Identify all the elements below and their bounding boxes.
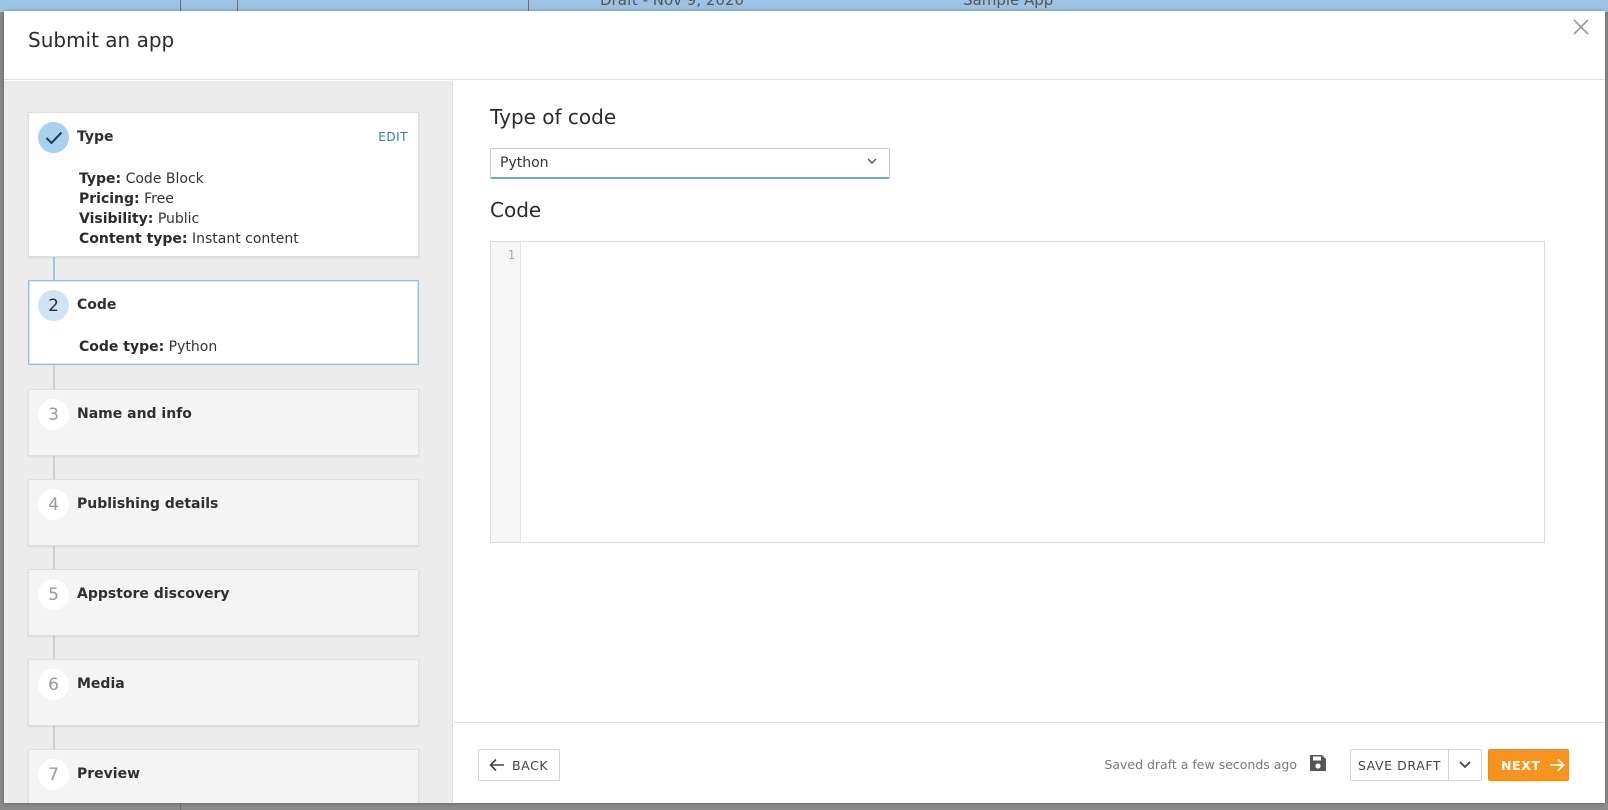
main-content: Type of code Python Code 1 BACK Saved dr… xyxy=(454,81,1605,803)
detail-label: Content type: xyxy=(79,231,188,247)
detail-label: Pricing: xyxy=(79,191,140,207)
step-title: Media xyxy=(77,676,125,692)
step-complete-badge xyxy=(38,122,69,153)
step-title: Preview xyxy=(77,766,141,782)
step-title: Code xyxy=(77,297,117,313)
modal-title: Submit an app xyxy=(28,28,175,52)
step-connector xyxy=(53,725,55,749)
step-media[interactable]: 6 Media xyxy=(28,659,419,726)
step-title: Name and info xyxy=(77,406,192,422)
back-button[interactable]: BACK xyxy=(478,749,560,781)
next-button-label: NEXT xyxy=(1501,757,1541,773)
step-connector xyxy=(53,256,55,280)
step-connector xyxy=(53,365,55,389)
arrow-left-icon xyxy=(489,758,504,772)
step-number: 3 xyxy=(38,399,69,430)
background-divider xyxy=(180,0,181,11)
detail-label: Visibility: xyxy=(79,211,154,227)
line-number: 1 xyxy=(507,248,515,262)
save-draft-button[interactable]: SAVE DRAFT xyxy=(1350,749,1449,781)
code-editor[interactable]: 1 xyxy=(490,241,1545,543)
detail-value: Free xyxy=(144,191,174,207)
steps-sidebar: Type EDIT Type: Code Block Pricing: Free… xyxy=(4,81,453,803)
detail-value: Public xyxy=(157,211,200,227)
detail-value: Python xyxy=(168,339,218,355)
submit-app-modal: Submit an app Type EDIT Type: Code Block xyxy=(4,11,1605,803)
arrow-right-icon xyxy=(1549,758,1565,772)
chevron-down-icon xyxy=(1459,761,1471,769)
step-preview[interactable]: 7 Preview xyxy=(28,749,419,803)
step-title: Type xyxy=(77,129,114,145)
step-type: Type EDIT Type: Code Block Pricing: Free… xyxy=(28,112,419,257)
modal-header: Submit an app xyxy=(4,11,1605,80)
step-details: Code type: Python xyxy=(79,337,217,357)
detail-row: Code type: Python xyxy=(79,337,217,357)
detail-row: Pricing: Free xyxy=(79,189,299,209)
code-type-select[interactable]: Python xyxy=(490,148,890,179)
background-divider xyxy=(237,0,238,11)
background-divider xyxy=(528,0,529,11)
save-draft-dropdown-button[interactable] xyxy=(1448,749,1482,781)
back-button-label: BACK xyxy=(512,757,549,773)
next-button[interactable]: NEXT xyxy=(1488,749,1569,781)
saved-status-text: Saved draft a few seconds ago xyxy=(1104,757,1297,772)
background-app-text: Sample App xyxy=(963,0,1054,9)
background-draft-text: Draft - Nov 9, 2020 xyxy=(600,0,745,9)
step-name-and-info[interactable]: 3 Name and info xyxy=(28,389,419,456)
modal-footer: BACK Saved draft a few seconds ago SAVE … xyxy=(454,722,1605,803)
step-title: Appstore discovery xyxy=(77,586,230,602)
save-draft-label: SAVE DRAFT xyxy=(1357,757,1442,773)
step-connector xyxy=(53,635,55,659)
close-button[interactable] xyxy=(1569,15,1593,39)
editor-gutter: 1 xyxy=(491,242,521,542)
step-title: Publishing details xyxy=(77,496,219,512)
step-connector xyxy=(53,455,55,479)
detail-label: Type: xyxy=(79,171,122,187)
step-appstore-discovery[interactable]: 5 Appstore discovery xyxy=(28,569,419,636)
step-number: 5 xyxy=(38,579,69,610)
detail-value: Code Block xyxy=(125,171,204,187)
detail-label: Code type: xyxy=(79,339,165,355)
edit-type-button[interactable]: EDIT xyxy=(378,130,408,144)
step-publishing-details[interactable]: 4 Publishing details xyxy=(28,479,419,546)
detail-value: Instant content xyxy=(191,231,299,247)
step-number: 2 xyxy=(38,290,69,321)
save-icon xyxy=(1310,755,1326,771)
step-code[interactable]: 2 Code Code type: Python xyxy=(28,280,419,365)
detail-row: Type: Code Block xyxy=(79,169,299,189)
detail-row: Content type: Instant content xyxy=(79,229,299,249)
code-type-selected-value: Python xyxy=(500,155,549,171)
close-icon xyxy=(1573,19,1589,35)
type-of-code-heading: Type of code xyxy=(490,105,617,129)
detail-row: Visibility: Public xyxy=(79,209,299,229)
chevron-down-icon xyxy=(867,158,877,164)
step-connector xyxy=(53,545,55,569)
step-details: Type: Code Block Pricing: Free Visibilit… xyxy=(79,169,299,249)
step-number: 7 xyxy=(38,759,69,790)
step-number: 6 xyxy=(38,669,69,700)
checkmark-icon xyxy=(45,131,62,144)
step-number: 4 xyxy=(38,489,69,520)
code-heading: Code xyxy=(490,198,542,222)
